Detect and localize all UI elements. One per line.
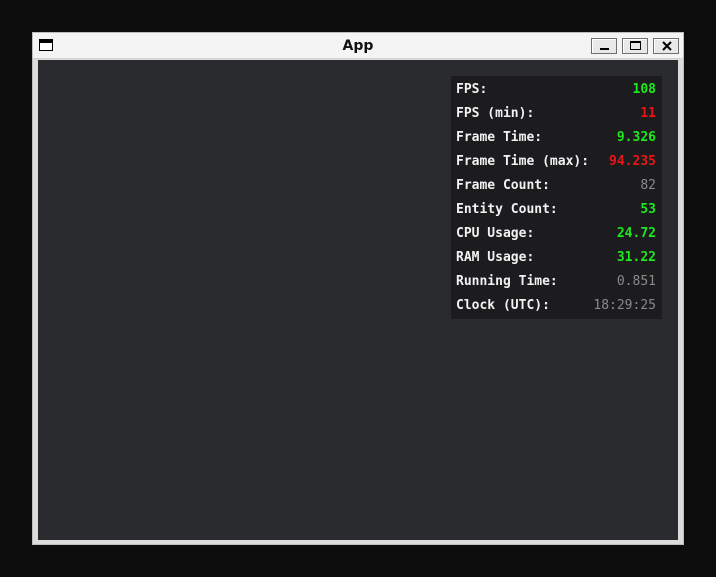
stat-value: 31.22 (616, 250, 656, 265)
stat-label: RAM Usage: (456, 250, 535, 265)
stat-row-frame-time-max: Frame Time (max): 94.235 (456, 150, 656, 174)
stat-label: Clock (UTC): (456, 298, 550, 313)
stat-value: 24.72 (616, 226, 656, 241)
stat-value: 0.851 (616, 274, 656, 289)
close-icon (662, 41, 672, 51)
render-viewport[interactable]: FPS: 108 FPS (min): 11 Frame Time: 9.326… (38, 60, 678, 540)
close-button[interactable] (653, 38, 679, 54)
stat-label: CPU Usage: (456, 226, 535, 241)
minimize-button[interactable] (591, 38, 617, 54)
minimize-icon (600, 48, 609, 50)
stat-label: FPS (min): (456, 106, 535, 121)
stat-label: Frame Time: (456, 130, 543, 145)
maximize-button[interactable] (622, 38, 648, 54)
stat-label: Running Time: (456, 274, 558, 289)
stat-row-ram-usage: RAM Usage: 31.22 (456, 246, 656, 270)
stat-label: FPS: (456, 82, 488, 97)
stat-value: 108 (632, 82, 656, 97)
stats-overlay: FPS: 108 FPS (min): 11 Frame Time: 9.326… (451, 76, 662, 319)
stat-label: Entity Count: (456, 202, 558, 217)
stat-value: 18:29:25 (593, 298, 656, 313)
stat-row-frame-count: Frame Count: 82 (456, 174, 656, 198)
stat-value: 53 (640, 202, 656, 217)
stat-row-running-time: Running Time: 0.851 (456, 270, 656, 294)
stat-row-frame-time: Frame Time: 9.326 (456, 126, 656, 150)
stat-value: 82 (640, 178, 656, 193)
stat-row-cpu-usage: CPU Usage: 24.72 (456, 222, 656, 246)
maximize-icon (630, 41, 641, 50)
stat-row-clock: Clock (UTC): 18:29:25 (456, 294, 656, 318)
stat-label: Frame Time (max): (456, 154, 590, 169)
stat-value: 9.326 (616, 130, 656, 145)
app-window: App FPS: 108 FPS (min): 11 Frame Time: 9… (32, 32, 684, 545)
window-title: App (342, 38, 374, 54)
stat-value: 94.235 (609, 154, 656, 169)
stat-value: 11 (640, 106, 656, 121)
stat-label: Frame Count: (456, 178, 550, 193)
title-bar[interactable]: App (33, 33, 683, 59)
stat-row-entity-count: Entity Count: 53 (456, 198, 656, 222)
stat-row-fps: FPS: 108 (456, 78, 656, 102)
stat-row-fps-min: FPS (min): 11 (456, 102, 656, 126)
